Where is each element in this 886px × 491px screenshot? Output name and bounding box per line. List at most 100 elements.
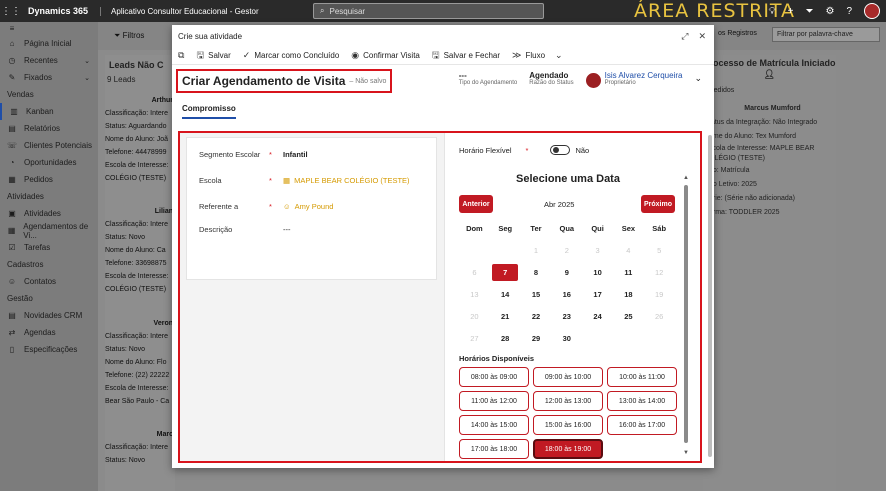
nav-visit-schedules[interactable]: ▦ Agendamentos de Vi... <box>0 222 98 240</box>
calendar-day[interactable]: 22 <box>521 312 552 321</box>
calendar-day[interactable]: 14 <box>490 290 521 299</box>
tab-appointment[interactable]: Compromisso <box>182 104 236 119</box>
calendar-day[interactable]: 11 <box>613 268 644 277</box>
description-value[interactable]: --- <box>283 225 291 234</box>
calendar-day[interactable]: 28 <box>490 334 521 343</box>
card-name[interactable]: Marcus Mumford <box>703 98 836 116</box>
document-icon: ▯ <box>9 345 15 354</box>
calendar-day[interactable]: 17 <box>582 290 613 299</box>
segment-value[interactable]: Infantil <box>283 150 308 159</box>
calendar-day[interactable]: 24 <box>582 312 613 321</box>
flow-button[interactable]: ≫ Fluxo ⌄ <box>512 50 563 61</box>
scroll-down-icon[interactable]: ▼ <box>683 450 689 456</box>
mark-complete-button[interactable]: ✓ Marcar como Concluído <box>243 50 339 61</box>
nav-tasks[interactable]: ☑ Tarefas <box>0 239 98 256</box>
header-field-status-reason[interactable]: Agendado Razão do Status <box>529 71 573 86</box>
gear-icon[interactable]: ⚙ <box>825 6 834 17</box>
menu-toggle[interactable]: ≡ <box>0 22 98 35</box>
previous-month-button[interactable]: Anterior <box>459 195 493 213</box>
nav-opportunities[interactable]: ◔ Oportunidades <box>0 154 98 171</box>
calendar-day[interactable]: 21 <box>490 312 521 321</box>
nav-kanban[interactable]: ▥ Kanban <box>0 103 98 120</box>
person-icon[interactable]: 👤︎ <box>764 69 775 79</box>
calendar-day[interactable]: 9 <box>551 268 582 277</box>
nav-agendas[interactable]: ⇄ Agendas <box>0 324 98 341</box>
keyword-filter-input[interactable]: Filtrar por palavra-chave <box>772 27 880 42</box>
scrollbar-thumb[interactable] <box>684 185 688 443</box>
description-field[interactable]: Descrição --- <box>199 225 291 234</box>
header-field-owner[interactable]: Isis Alvarez Cerqueira Proprietário <box>585 71 683 88</box>
plus-icon[interactable]: + <box>788 6 794 17</box>
time-slot[interactable]: 09:00 às 10:00 <box>533 367 603 387</box>
nav-orders[interactable]: ▦ Pedidos <box>0 171 98 188</box>
nav-reports[interactable]: ▤ Relatórios <box>0 120 98 137</box>
time-slot[interactable]: 12:00 às 13:00 <box>533 391 603 411</box>
app-name[interactable]: Aplicativo Consultor Educacional - Gesto… <box>100 6 259 16</box>
form-scrollbar[interactable] <box>708 135 712 457</box>
school-field[interactable]: Escola * ▦ MAPLE BEAR COLÉGIO (TESTE) <box>199 176 410 185</box>
calendar-day-number: 5 <box>657 245 662 255</box>
nav-pinned[interactable]: ✎ Fixados ⌄ <box>0 69 98 86</box>
calendar-day[interactable]: 10 <box>582 268 613 277</box>
close-icon[interactable]: ✕ <box>698 31 706 42</box>
calendar-day[interactable]: 23 <box>551 312 582 321</box>
flexible-time-toggle[interactable] <box>550 145 571 155</box>
brand-name[interactable]: Dynamics 365 <box>28 6 88 16</box>
calendar-day[interactable]: 29 <box>521 334 552 343</box>
scroll-up-icon[interactable]: ▲ <box>683 175 689 181</box>
expand-icon[interactable]: ⤢ <box>681 31 688 42</box>
time-slot[interactable]: 14:00 às 15:00 <box>459 415 529 435</box>
time-slot[interactable]: 10:00 às 11:00 <box>607 367 677 387</box>
next-month-button[interactable]: Próximo <box>641 195 675 213</box>
nav-specifications[interactable]: ▯ Especificações <box>0 341 98 358</box>
nav-contacts[interactable]: ☺ Contatos <box>0 273 98 290</box>
filters-button[interactable]: ⏷ Filtros <box>114 31 144 41</box>
time-slot[interactable]: 11:00 às 12:00 <box>459 391 529 411</box>
referent-field[interactable]: Referente a * ☺ Amy Pound <box>199 202 333 211</box>
lightbulb-icon[interactable]: 💡︎ <box>769 6 776 17</box>
time-slot[interactable]: 15:00 às 16:00 <box>533 415 603 435</box>
calendar-day[interactable]: 18 <box>613 290 644 299</box>
help-icon[interactable]: ? <box>846 6 852 17</box>
nav-crm-news[interactable]: ▤ Novidades CRM <box>0 307 98 324</box>
calendar-day[interactable]: 15 <box>521 290 552 299</box>
open-new-window-button[interactable]: ⧉ <box>178 50 184 61</box>
records-label[interactable]: os Registros <box>718 30 757 37</box>
time-slot[interactable]: 17:00 às 18:00 <box>459 439 529 459</box>
school-lookup[interactable]: ▦ MAPLE BEAR COLÉGIO (TESTE) <box>283 176 410 185</box>
time-slot[interactable]: 16:00 às 17:00 <box>607 415 677 435</box>
hamburger-icon: ≡ <box>9 24 15 33</box>
global-search-input[interactable]: ⌕ Pesquisar <box>313 3 544 19</box>
lead-card[interactable]: Arthur Classificação: Intere Status: Agu… <box>105 94 175 185</box>
save-close-button[interactable]: 🖫︎ Salvar e Fechar <box>432 48 500 64</box>
time-slot[interactable]: 08:00 às 09:00 <box>459 367 529 387</box>
segment-field[interactable]: Segmento Escolar * Infantil <box>199 150 308 159</box>
filter-icon[interactable]: ⏷ <box>805 6 813 17</box>
chevron-down-icon[interactable]: ⌄ <box>694 73 702 84</box>
calendar-day[interactable]: 8 <box>521 268 552 277</box>
lead-card[interactable]: Marc Classificação: Intere Status: Novo <box>105 428 175 467</box>
user-avatar[interactable] <box>864 3 880 19</box>
nav-leads[interactable]: ☏ Clientes Potenciais <box>0 137 98 154</box>
confirm-visit-button[interactable]: ◉ Confirmar Visita <box>351 50 420 61</box>
record-title-box: Criar Agendamento de Visita – Não salvo <box>176 69 393 93</box>
time-slot-selected[interactable]: 18:00 às 19:00 <box>533 439 603 459</box>
save-button[interactable]: 🖫︎ Salvar <box>196 48 230 64</box>
nav-recent[interactable]: ◷ Recentes ⌄ <box>0 52 98 69</box>
time-slot[interactable]: 13:00 às 14:00 <box>607 391 677 411</box>
header-field-type[interactable]: --- Tipo do Agendamento <box>459 71 518 86</box>
owner-value[interactable]: Isis Alvarez Cerqueira <box>605 71 683 80</box>
calendar-day-selected[interactable]: 7 <box>490 263 521 281</box>
nav-home[interactable]: ⌂ Página Inicial <box>0 35 98 52</box>
app-launcher-icon[interactable]: ⋮⋮ <box>0 0 22 22</box>
nav-activities[interactable]: ▣ Atividades <box>0 205 98 222</box>
calendar-day[interactable]: 16 <box>551 290 582 299</box>
calendar-day[interactable]: 30 <box>551 334 582 343</box>
lead-card[interactable]: Veron Classificação: Intere Status: Novo… <box>105 317 175 408</box>
referent-lookup[interactable]: ☺ Amy Pound <box>283 202 333 211</box>
calendar-day[interactable]: 25 <box>613 312 644 321</box>
top-bar: ⋮⋮ Dynamics 365 Aplicativo Consultor Edu… <box>0 0 886 22</box>
scheduler-scrollbar[interactable]: ▲ ▼ <box>683 175 689 459</box>
lead-card[interactable]: Lilian Classificação: Intere Status: Nov… <box>105 205 175 296</box>
report-icon: ▤ <box>8 124 16 133</box>
